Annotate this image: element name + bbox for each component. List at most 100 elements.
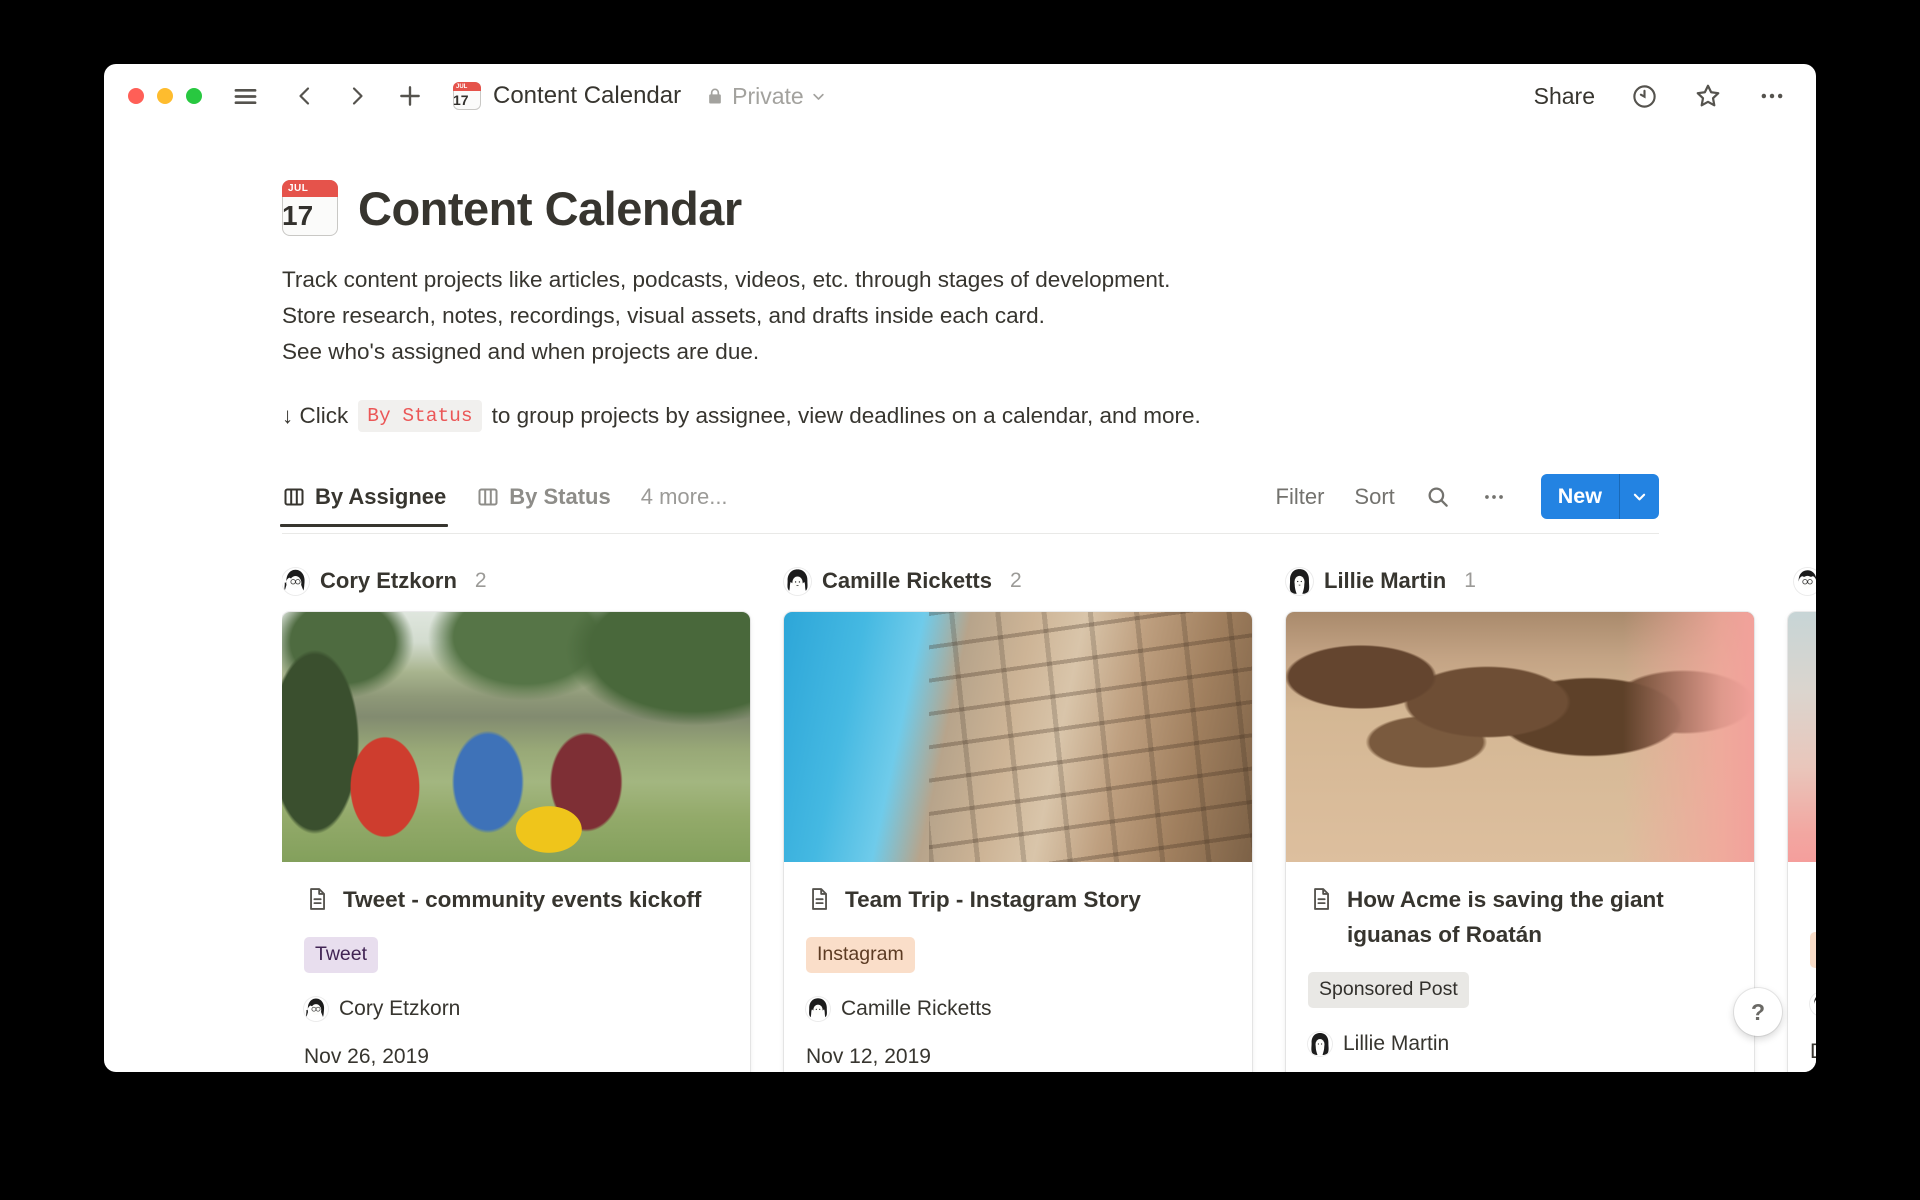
page-icon (304, 886, 330, 912)
card-title: How Acme is saving the giant iguanas of … (1347, 882, 1732, 952)
board-card[interactable]: Team Trip - Instagram Story Instagram Ca… (784, 612, 1252, 1072)
column-title: Camille Ricketts (822, 568, 992, 594)
card-cover-casa-mila-photo (784, 612, 1252, 862)
card-assignee: Lillie Martin (1343, 1032, 1449, 1056)
card-assignee: Cory Etzkorn (339, 997, 460, 1021)
new-split-button: New (1541, 474, 1659, 519)
card-date: Nov 26, 2019 (304, 1045, 728, 1069)
view-actions: Filter Sort New (1276, 474, 1659, 519)
window-toolbar: JUL 17 Content Calendar Private Share (104, 64, 1816, 128)
new-button[interactable]: New (1541, 474, 1619, 519)
column-title: Cory Etzkorn (320, 568, 457, 594)
breadcrumb-title: Content Calendar (493, 82, 681, 110)
card-body: Team Trip - Instagram Story Instagram Ca… (784, 862, 1252, 1072)
lock-icon (705, 86, 725, 106)
privacy-dropdown[interactable]: Private (705, 83, 826, 110)
column-header[interactable]: Lillie Martin 1 (1286, 564, 1754, 598)
close-button[interactable] (128, 88, 144, 104)
tab-label: By Status (509, 484, 610, 510)
tip-callout: ↓ Click By Status to group projects by a… (282, 400, 1816, 432)
tag-badge: V (1810, 932, 1816, 968)
board-view-icon (476, 485, 500, 509)
page-calendar-emoji-icon[interactable]: JUL 17 (282, 180, 338, 236)
more-views-button[interactable]: 4 more... (641, 484, 728, 510)
page-title: Content Calendar (358, 181, 742, 236)
card-cover-iguanas-photo (1286, 612, 1754, 862)
avatar (1810, 992, 1816, 1016)
column-count: 2 (1010, 569, 1022, 593)
forward-icon[interactable] (345, 84, 369, 108)
column-header[interactable] (1788, 564, 1816, 598)
board-view-icon (282, 485, 306, 509)
avatar (784, 568, 811, 595)
card-assignee: Camille Ricketts (841, 997, 992, 1021)
sidebar-toggle-icon[interactable] (232, 83, 259, 110)
board-column-cory: Cory Etzkorn 2 Tweet - community events … (282, 564, 750, 1072)
notion-window: JUL 17 Content Calendar Private Share (104, 64, 1816, 1072)
help-button[interactable]: ? (1734, 988, 1782, 1036)
avatar (1286, 568, 1313, 595)
search-icon[interactable] (1425, 484, 1451, 510)
board-column-partial: V D (1788, 564, 1816, 1072)
filter-button[interactable]: Filter (1276, 484, 1325, 510)
page-icon (806, 886, 832, 912)
calendar-emoji-day: 17 (453, 92, 469, 108)
column-header[interactable]: Cory Etzkorn 2 (282, 564, 750, 598)
card-body: V D (1788, 862, 1816, 1072)
column-count: 1 (1464, 569, 1476, 593)
new-page-icon[interactable] (397, 83, 423, 109)
board-card[interactable]: V D (1788, 612, 1816, 1072)
tag-badge: Instagram (806, 937, 915, 973)
calendar-emoji-month: JUL (282, 180, 338, 197)
favorite-star-icon[interactable] (1694, 82, 1722, 110)
calendar-emoji-month: JUL (453, 82, 481, 91)
tab-by-assignee[interactable]: By Assignee (282, 484, 446, 510)
minimize-button[interactable] (157, 88, 173, 104)
privacy-label: Private (732, 83, 804, 110)
board-card[interactable]: How Acme is saving the giant iguanas of … (1286, 612, 1754, 1072)
board-card[interactable]: Tweet - community events kickoff Tweet C… (282, 612, 750, 1072)
share-button[interactable]: Share (1534, 83, 1595, 110)
avatar (304, 997, 328, 1021)
views-bar: By Assignee By Status 4 more... Filter S… (282, 474, 1659, 534)
sort-button[interactable]: Sort (1354, 484, 1394, 510)
avatar (282, 568, 309, 595)
description-line: Store research, notes, recordings, visua… (282, 298, 1816, 334)
new-dropdown-button[interactable] (1619, 474, 1659, 519)
card-body: Tweet - community events kickoff Tweet C… (282, 862, 750, 1072)
page-icon (1308, 886, 1334, 912)
avatar (1308, 1032, 1332, 1056)
breadcrumb[interactable]: JUL 17 Content Calendar (453, 82, 681, 110)
callout-code-chip: By Status (358, 400, 481, 432)
description-line: Track content projects like articles, po… (282, 262, 1816, 298)
page-description: Track content projects like articles, po… (282, 262, 1816, 370)
more-options-icon[interactable] (1758, 82, 1786, 110)
tag-badge: Sponsored Post (1308, 972, 1469, 1008)
card-body: How Acme is saving the giant iguanas of … (1286, 862, 1754, 1072)
toolbar-actions: Share (1534, 82, 1786, 110)
board-column-camille: Camille Ricketts 2 Team Trip - Instagram… (784, 564, 1252, 1072)
traffic-lights (128, 88, 202, 104)
history-nav (293, 84, 369, 108)
back-icon[interactable] (293, 84, 317, 108)
calendar-emoji-day: 17 (282, 200, 313, 231)
card-cover-festival-photo (282, 612, 750, 862)
column-header[interactable]: Camille Ricketts 2 (784, 564, 1252, 598)
description-line: See who's assigned and when projects are… (282, 334, 1816, 370)
view-options-icon[interactable] (1481, 484, 1507, 510)
tab-by-status[interactable]: By Status (476, 484, 610, 510)
page-title-row: JUL 17 Content Calendar (282, 180, 1816, 236)
page-icon (1810, 886, 1816, 912)
avatar (806, 997, 830, 1021)
avatar (1794, 568, 1816, 595)
chevron-down-icon (1631, 488, 1648, 505)
updates-clock-icon[interactable] (1631, 83, 1658, 110)
zoom-button[interactable] (186, 88, 202, 104)
board: Cory Etzkorn 2 Tweet - community events … (282, 564, 1816, 1072)
calendar-emoji-icon: JUL 17 (453, 82, 481, 110)
board-column-lillie: Lillie Martin 1 How Acme is saving the g… (1286, 564, 1754, 1072)
column-title: Lillie Martin (1324, 568, 1446, 594)
callout-suffix: to group projects by assignee, view dead… (492, 403, 1201, 429)
column-count: 2 (475, 569, 487, 593)
chevron-down-icon (811, 89, 826, 104)
